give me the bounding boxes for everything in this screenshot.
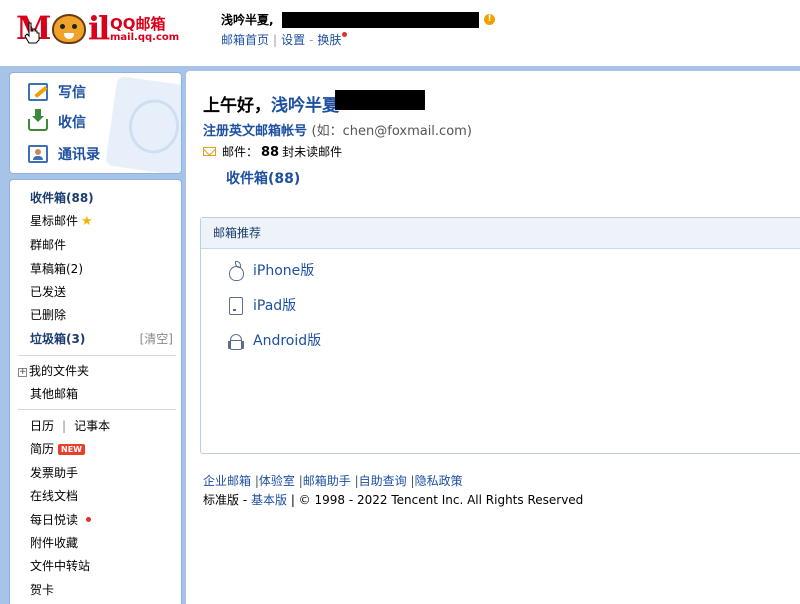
tiger-logo-icon — [52, 14, 86, 44]
folder-starred[interactable]: 星标邮件 ★ — [30, 212, 93, 229]
greeting-text: 上午好， — [203, 96, 271, 116]
footer-links: 企业邮箱 |体验室 |邮箱助手 |自助查询 |隐私政策 — [203, 472, 463, 489]
link-enterprise-mail[interactable]: 企业邮箱 — [203, 474, 251, 488]
expand-plus-icon[interactable]: + — [18, 368, 27, 377]
notebook-link[interactable]: 记事本 — [74, 419, 110, 433]
notification-dot-icon — [342, 32, 348, 37]
tablet-icon — [227, 296, 243, 315]
version-dash: - — [239, 493, 251, 507]
notification-dot-icon — [86, 517, 92, 522]
contacts-label: 通讯录 — [58, 147, 100, 163]
basic-version-link[interactable]: 基本版 — [251, 493, 287, 507]
divider — [18, 409, 176, 410]
logo-qq-mail-text: QQ邮箱 — [110, 15, 166, 33]
folder-junk[interactable]: 垃圾箱(3) — [30, 330, 85, 347]
android-label: Android版 — [253, 333, 322, 349]
link-skin[interactable]: 换肤 — [317, 33, 341, 47]
unread-suffix: 封未读邮件 — [282, 145, 343, 159]
clear-junk-link[interactable]: [清空] — [140, 330, 173, 347]
logo-url-text: mail.qq.com — [110, 32, 180, 43]
recommend-title: 邮箱推荐 — [201, 218, 800, 249]
link-settings[interactable]: 设置 — [281, 33, 305, 47]
hand-cursor-icon — [24, 22, 40, 44]
folder-group[interactable]: 群邮件 — [30, 236, 66, 253]
unread-count: 88 — [261, 145, 280, 160]
register-link[interactable]: 注册英文邮箱帐号 — [203, 124, 307, 139]
copyright-text: | © 1998 - 2022 Tencent Inc. All Rights … — [287, 493, 584, 507]
ipad-app-link[interactable]: iPad版 — [227, 295, 296, 315]
copyright: 标准版 - 基本版 | © 1998 - 2022 Tencent Inc. A… — [203, 491, 583, 508]
android-icon — [227, 331, 243, 350]
link-experience-lab[interactable]: 体验室 — [259, 474, 295, 488]
folder-starred-label: 星标邮件 — [30, 214, 79, 228]
header: M il QQ邮箱 mail.qq.com 浅吟半夏, ! 邮箱首页 | 设置 - 换肤 — [0, 0, 800, 66]
top-links: 邮箱首页 | 设置 - 换肤 — [221, 31, 348, 48]
invoice-helper-link[interactable]: 发票助手 — [30, 464, 78, 481]
cards-link[interactable]: 贺卡 — [30, 581, 54, 598]
quick-actions-panel: 写信 收信 通讯录 — [9, 72, 182, 174]
folder-sent[interactable]: 已发送 — [30, 283, 66, 300]
link-self-service[interactable]: 自助查询 — [359, 474, 407, 488]
main-content: 上午好，浅吟半夏 注册英文邮箱帐号 (如：chen@foxmail.com) 邮… — [186, 71, 800, 604]
pencil-icon — [28, 83, 48, 101]
daily-reading-label: 每日悦读 — [30, 513, 79, 527]
file-transfer-link[interactable]: 文件中转站 — [30, 557, 90, 574]
redacted-email — [282, 12, 479, 28]
calendar-notebook-row: 日历 | 记事本 — [30, 417, 110, 434]
nickname-link[interactable]: 浅吟半夏 — [271, 96, 339, 116]
unread-status: 邮件： 88 封未读邮件 — [203, 143, 342, 160]
resume-label: 简历 — [30, 442, 55, 456]
folder-inbox[interactable]: 收件箱(88) — [30, 189, 94, 206]
top-link-dash: - — [309, 33, 314, 47]
redacted-name — [335, 90, 425, 110]
new-badge: NEW — [58, 444, 85, 455]
mail-label: 邮件： — [222, 145, 259, 159]
folder-deleted[interactable]: 已删除 — [30, 306, 66, 323]
calendar-link[interactable]: 日历 — [30, 419, 54, 433]
standard-version: 标准版 — [203, 493, 240, 507]
ipad-label: iPad版 — [253, 298, 297, 314]
user-name: 浅吟半夏, — [221, 13, 274, 27]
my-folders-label: 我的文件夹 — [29, 364, 90, 378]
my-folders[interactable]: + 我的文件夹 — [18, 362, 89, 379]
qq-mail-logo[interactable]: M il QQ邮箱 mail.qq.com — [12, 9, 180, 47]
compose-label: 写信 — [58, 85, 86, 101]
register-english-account[interactable]: 注册英文邮箱帐号 (如：chen@foxmail.com) — [203, 120, 472, 139]
inbox-link[interactable]: 收件箱(88) — [226, 168, 300, 188]
android-app-link[interactable]: Android版 — [227, 330, 321, 350]
online-docs-link[interactable]: 在线文档 — [30, 487, 78, 504]
folder-sidebar: 收件箱(88) 星标邮件 ★ 群邮件 草稿箱(2) 已发送 已删除 垃圾箱(3) … — [9, 179, 182, 604]
folder-drafts[interactable]: 草稿箱(2) — [30, 260, 83, 277]
iphone-app-link[interactable]: iPhone版 — [227, 260, 315, 281]
resume-link[interactable]: 简历 NEW — [30, 440, 85, 457]
register-example: (如：chen@foxmail.com) — [311, 124, 472, 139]
receive-button[interactable]: 收信 — [28, 109, 86, 133]
greeting: 上午好，浅吟半夏 — [203, 91, 339, 116]
iphone-label: iPhone版 — [253, 263, 315, 279]
other-mailboxes[interactable]: 其他邮箱 — [30, 385, 78, 402]
receive-label: 收信 — [58, 115, 86, 131]
penguin-watermark-icon — [105, 75, 181, 173]
download-tray-icon — [28, 109, 48, 131]
top-link-separator: | — [273, 33, 278, 47]
compose-button[interactable]: 写信 — [28, 81, 86, 103]
warning-icon[interactable]: ! — [484, 14, 495, 25]
daily-reading-link[interactable]: 每日悦读 — [30, 511, 92, 528]
link-privacy-policy[interactable]: 隐私政策 — [415, 474, 463, 488]
mailbox-recommend-panel: 邮箱推荐 iPhone版 iPad版 Android版 — [200, 217, 800, 454]
attachments-link[interactable]: 附件收藏 — [30, 534, 78, 551]
star-icon: ★ — [81, 214, 93, 229]
contacts-button[interactable]: 通讯录 — [28, 143, 100, 165]
contact-card-icon — [28, 145, 48, 163]
envelope-icon — [203, 147, 216, 156]
link-mailbox-home[interactable]: 邮箱首页 — [221, 33, 269, 47]
divider — [18, 355, 176, 356]
link-mail-assistant[interactable]: 邮箱助手 — [303, 474, 351, 488]
apple-icon — [227, 261, 244, 281]
calendar-separator: | — [62, 419, 67, 433]
logo-letters-il: il — [88, 9, 110, 47]
